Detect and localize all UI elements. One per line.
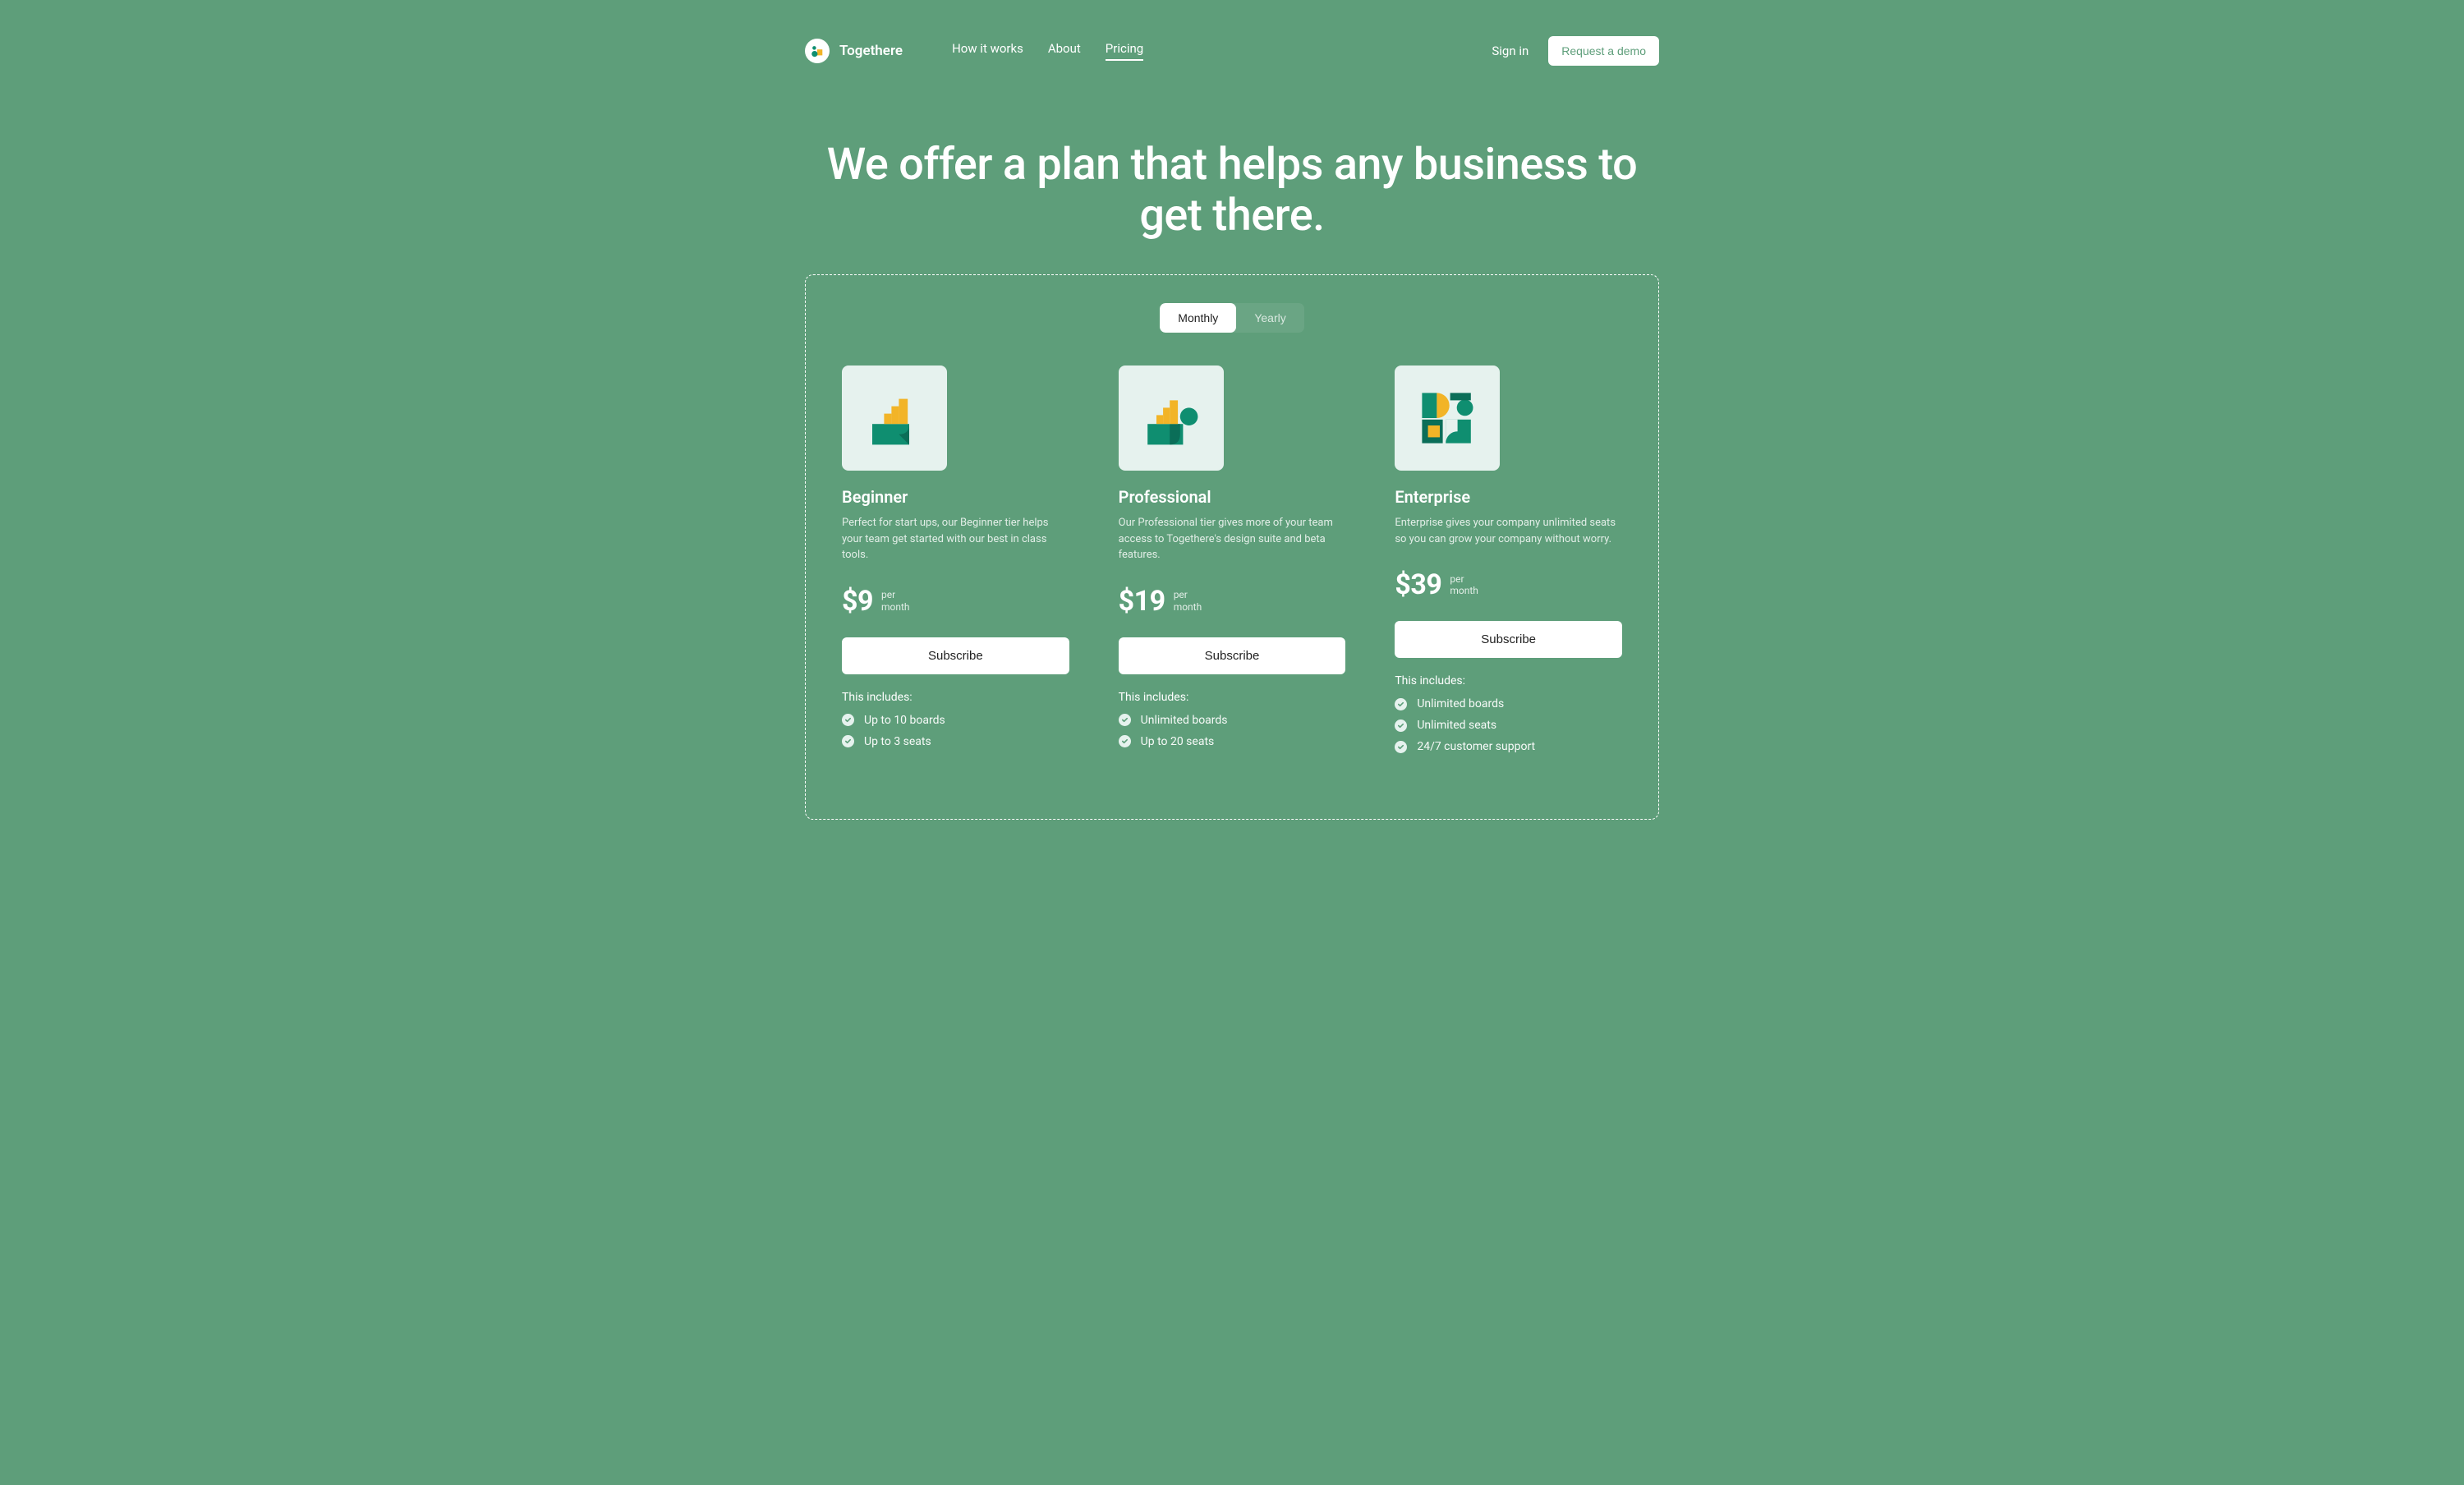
plan-beginner: Beginner Perfect for start ups, our Begi… <box>842 366 1069 761</box>
feature-list: Up to 10 boards Up to 3 seats <box>842 714 1069 748</box>
site-header: Togethere How it works About Pricing Sig… <box>805 0 1659 90</box>
includes-label: This includes: <box>1395 674 1622 687</box>
billing-toggle-monthly[interactable]: Monthly <box>1160 303 1236 333</box>
nav-pricing[interactable]: Pricing <box>1106 41 1143 61</box>
check-circle-icon <box>1395 741 1407 753</box>
check-circle-icon <box>1119 735 1131 747</box>
plan-tile-icon <box>1395 366 1500 471</box>
brand-name: Togethere <box>839 43 903 59</box>
nav-about[interactable]: About <box>1048 41 1081 61</box>
plan-name: Professional <box>1119 487 1346 507</box>
feature-item: Unlimited boards <box>1395 697 1622 710</box>
page-title: We offer a plan that helps any business … <box>805 140 1659 241</box>
includes-label: This includes: <box>842 691 1069 704</box>
plan-price-period: per month <box>1450 573 1478 597</box>
plan-tile-icon <box>842 366 947 471</box>
plan-enterprise: Enterprise Enterprise gives your company… <box>1395 366 1622 761</box>
feature-item: Up to 3 seats <box>842 735 1069 748</box>
plan-price-period: per month <box>1174 589 1202 613</box>
plan-price-period: per month <box>881 589 910 613</box>
plan-price: $9 <box>842 585 873 618</box>
logo-icon <box>805 39 830 63</box>
subscribe-button[interactable]: Subscribe <box>1119 637 1346 674</box>
check-circle-icon <box>1395 698 1407 710</box>
signin-link[interactable]: Sign in <box>1492 44 1529 58</box>
billing-toggle: Monthly Yearly <box>1160 303 1303 333</box>
primary-nav: How it works About Pricing <box>952 41 1143 61</box>
feature-item: Unlimited boards <box>1119 714 1346 727</box>
plan-name: Beginner <box>842 487 1069 507</box>
plan-professional: Professional Our Professional tier gives… <box>1119 366 1346 761</box>
check-circle-icon <box>1395 720 1407 732</box>
check-circle-icon <box>842 714 854 726</box>
check-circle-icon <box>842 735 854 747</box>
plan-price: $19 <box>1119 585 1165 618</box>
includes-label: This includes: <box>1119 691 1346 704</box>
request-demo-button[interactable]: Request a demo <box>1548 36 1659 66</box>
plan-price: $39 <box>1395 568 1441 601</box>
subscribe-button[interactable]: Subscribe <box>842 637 1069 674</box>
feature-item: 24/7 customer support <box>1395 740 1622 753</box>
feature-item: Up to 10 boards <box>842 714 1069 727</box>
check-circle-icon <box>1119 714 1131 726</box>
pricing-section: Monthly Yearly Beginner Perfect for sta <box>805 274 1659 820</box>
plan-description: Enterprise gives your company unlimited … <box>1395 515 1622 547</box>
feature-list: Unlimited boards Unlimited seats 24/7 cu… <box>1395 697 1622 753</box>
billing-toggle-yearly[interactable]: Yearly <box>1236 303 1303 333</box>
nav-how-it-works[interactable]: How it works <box>952 41 1023 61</box>
hero: We offer a plan that helps any business … <box>805 90 1659 266</box>
plan-description: Perfect for start ups, our Beginner tier… <box>842 515 1069 563</box>
plan-price-row: $39 per month <box>1395 568 1622 601</box>
plan-description: Our Professional tier gives more of your… <box>1119 515 1346 563</box>
plan-name: Enterprise <box>1395 487 1622 507</box>
brand[interactable]: Togethere <box>805 39 903 63</box>
feature-item: Up to 20 seats <box>1119 735 1346 748</box>
feature-item: Unlimited seats <box>1395 719 1622 732</box>
plan-tile-icon <box>1119 366 1224 471</box>
plan-price-row: $19 per month <box>1119 585 1346 618</box>
plan-price-row: $9 per month <box>842 585 1069 618</box>
feature-list: Unlimited boards Up to 20 seats <box>1119 714 1346 748</box>
subscribe-button[interactable]: Subscribe <box>1395 621 1622 658</box>
